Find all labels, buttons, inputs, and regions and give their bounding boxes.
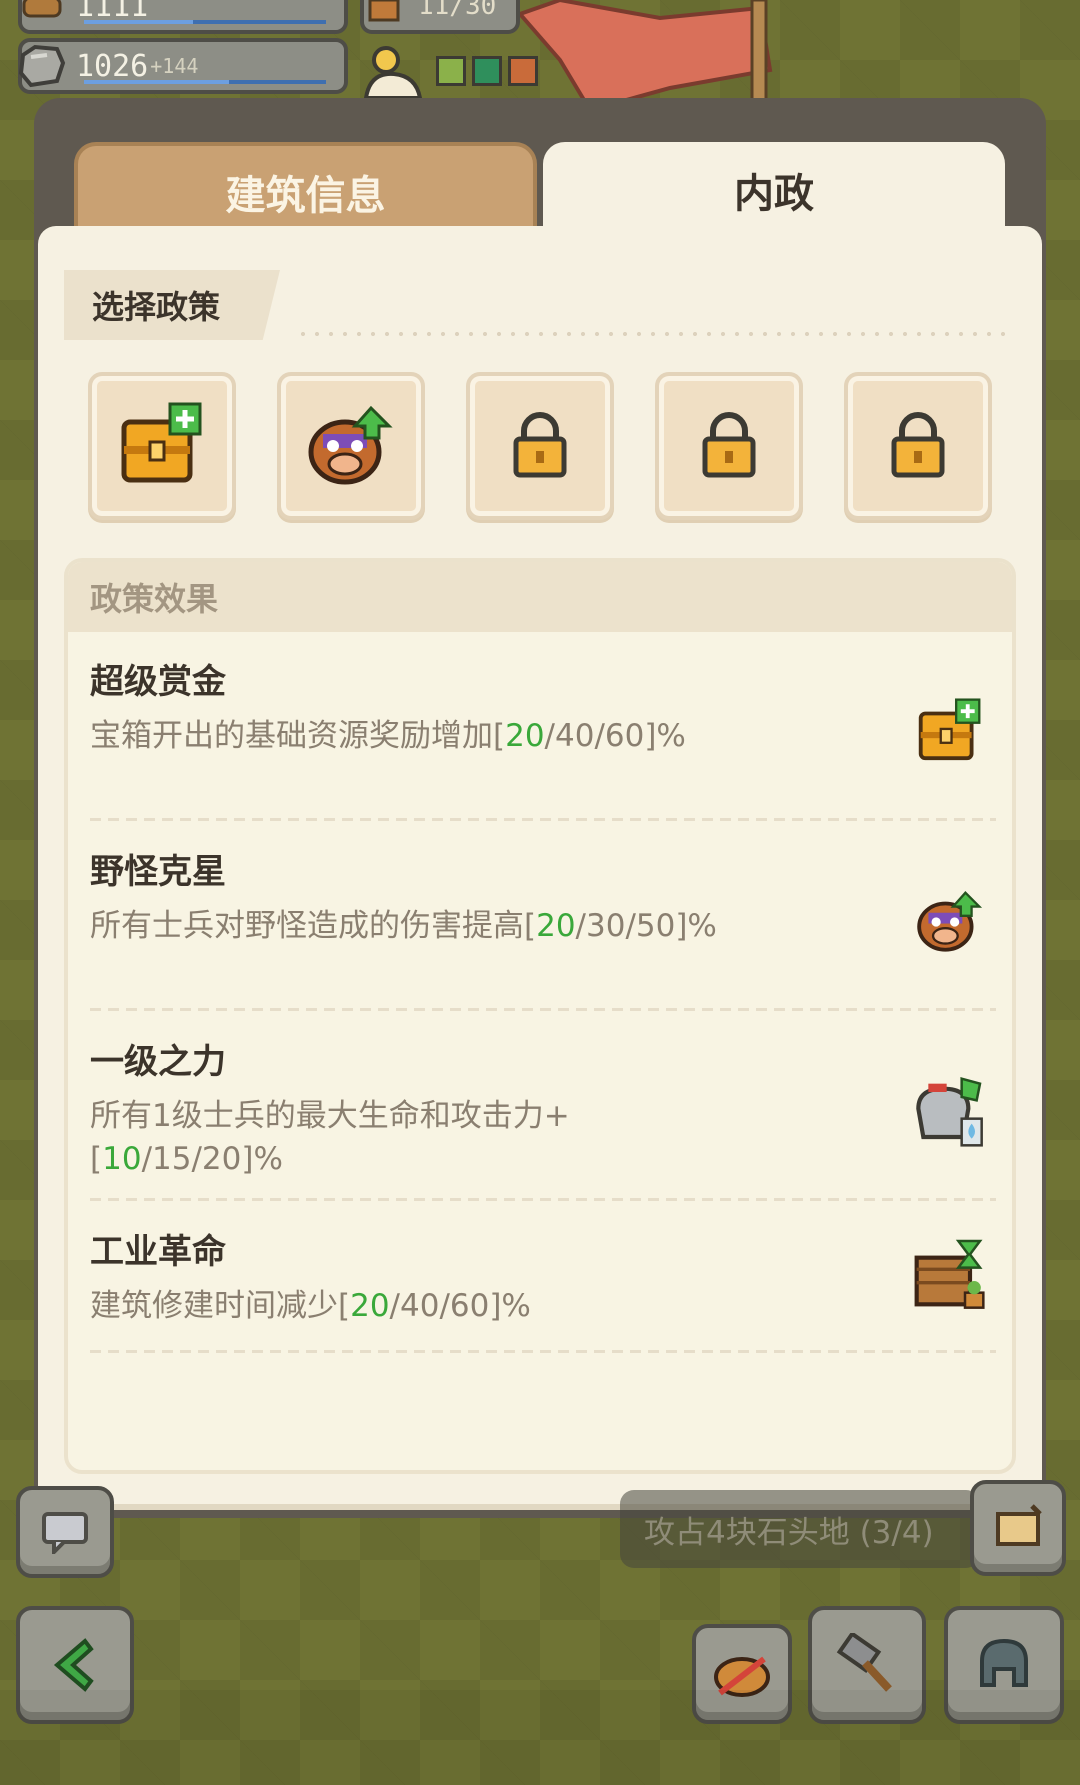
chest-plus-icon — [121, 402, 202, 483]
effect-name: 一级之力 — [90, 1042, 226, 1082]
policy-slot-1[interactable] — [88, 372, 236, 520]
wood-icon — [16, 0, 68, 32]
policy-effects-title-label: 政策效果 — [90, 580, 219, 618]
effect-item-super-bounty: 超级赏金 宝箱开出的基础资源奖励增加[20/40/60]% — [90, 654, 1000, 761]
boar-up-icon — [308, 405, 393, 485]
tab-domestic-affairs-label: 内政 — [734, 171, 814, 217]
policy-slot-5-locked[interactable] — [844, 372, 992, 520]
lock-icon — [702, 412, 756, 478]
effect-description: 宝箱开出的基础资源奖励增加[20/40/60]% — [90, 718, 686, 754]
wood-resource-bar: 1111 — [18, 0, 348, 34]
divider — [90, 1350, 996, 1353]
effect-description: 建筑修建时间减少[20/40/60]% — [90, 1288, 531, 1324]
stone-icon — [16, 40, 68, 92]
stone-value: 1026 — [76, 48, 149, 84]
food-bar-segment — [472, 56, 502, 86]
quest-scroll-button[interactable] — [970, 1480, 1066, 1576]
chest-plus-icon — [918, 698, 981, 761]
quest-text: 攻占4块石头地 (3/4) — [644, 1514, 934, 1551]
policy-effects-card: 政策效果 超级赏金 宝箱开出的基础资源奖励增加[20/40/60]% 野怪克星 … — [64, 558, 1016, 1474]
divider — [90, 1198, 996, 1201]
tab-building-info-label: 建筑信息 — [225, 173, 386, 219]
lock-icon — [513, 412, 567, 478]
select-policy-label: 选择政策 — [92, 288, 221, 326]
helmet-icon — [980, 1638, 1028, 1687]
stone-resource-bar: 1026 +144 — [18, 38, 348, 94]
house-icon — [358, 0, 410, 32]
chat-icon — [42, 1512, 88, 1554]
bottom-ground — [0, 1690, 1080, 1785]
lock-icon — [891, 412, 945, 478]
effect-name: 超级赏金 — [90, 662, 226, 702]
boar-up-icon — [917, 891, 983, 952]
divider — [296, 332, 1008, 336]
tab-domestic-affairs[interactable]: 内政 — [543, 142, 1005, 238]
farmer-icon — [363, 46, 423, 100]
soldier-buff-icon — [916, 1077, 983, 1147]
building-hourglass-icon — [914, 1239, 985, 1309]
banner-flag-icon — [520, 0, 773, 110]
food-bar-segment — [436, 56, 466, 86]
select-policy-title: 选择政策 — [64, 270, 280, 340]
quest-tracker[interactable]: 攻占4块石头地 (3/4) — [620, 1490, 980, 1568]
policy-slot-2[interactable] — [277, 372, 425, 520]
divider — [90, 1008, 996, 1011]
effect-item-level-one-power: 一级之力 所有1级士兵的最大生命和攻击力+[10/15/20]% — [90, 1034, 1000, 1181]
effect-description: 所有士兵对野怪造成的伤害提高[20/30/50]% — [90, 908, 717, 944]
effect-name: 工业革命 — [90, 1232, 226, 1272]
population-bar: 11/30 — [360, 0, 520, 34]
effect-item-monster-bane: 野怪克星 所有士兵对野怪造成的伤害提高[20/30/50]% — [90, 844, 1000, 952]
policy-effects-title: 政策效果 — [68, 562, 1012, 632]
policy-slot-4-locked[interactable] — [655, 372, 803, 520]
chat-button[interactable] — [16, 1486, 114, 1578]
population-value: 11/30 — [418, 0, 497, 21]
stone-bonus: +144 — [150, 54, 199, 78]
policy-slot-3-locked[interactable] — [466, 372, 614, 520]
effect-name: 野怪克星 — [90, 852, 226, 892]
tab-building-info[interactable]: 建筑信息 — [74, 142, 537, 238]
divider — [90, 818, 996, 821]
effect-item-industrial-revolution: 工业革命 建筑修建时间减少[20/40/60]% — [90, 1224, 1000, 1328]
effect-description: 所有1级士兵的最大生命和攻击力+[10/15/20]% — [90, 1098, 570, 1177]
back-arrow-icon — [53, 1638, 94, 1692]
hammer-icon — [836, 1633, 892, 1692]
scroll-icon — [996, 1504, 1042, 1546]
